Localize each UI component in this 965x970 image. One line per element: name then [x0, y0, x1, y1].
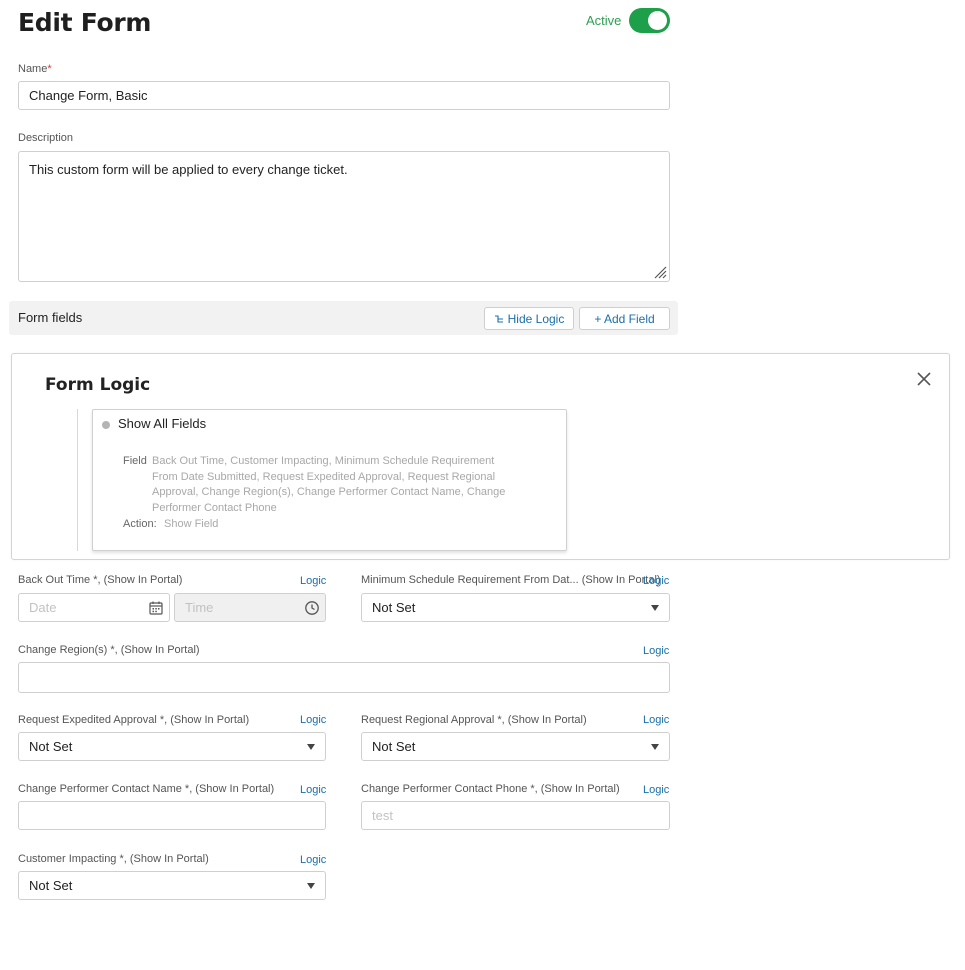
required-mark: * — [47, 63, 52, 75]
request-expedited-logic-link[interactable]: Logic — [300, 714, 326, 726]
close-icon[interactable] — [913, 368, 935, 390]
rule-action-value: Show Field — [164, 518, 219, 530]
name-label: Name* — [18, 63, 52, 75]
performer-phone-input[interactable]: test — [361, 801, 670, 830]
change-regions-label: Change Region(s) *, (Show In Portal) — [18, 644, 200, 656]
request-regional-select[interactable]: Not Set — [361, 732, 670, 761]
change-regions-logic-link[interactable]: Logic — [643, 645, 669, 657]
hide-logic-label: Hide Logic — [507, 311, 565, 326]
rule-status-dot — [102, 421, 110, 429]
back-out-time-label: Back Out Time *, (Show In Portal) — [18, 574, 183, 586]
customer-impacting-value: Not Set — [29, 878, 73, 893]
performer-name-logic-link[interactable]: Logic — [300, 784, 326, 796]
request-expedited-value: Not Set — [29, 739, 73, 754]
back-out-date-input[interactable]: Date — [18, 593, 170, 622]
rule-field-line: Performer Contact Phone — [152, 502, 277, 515]
performer-phone-label: Change Performer Contact Phone *, (Show … — [361, 783, 620, 795]
min-schedule-value: Not Set — [372, 600, 416, 615]
customer-impacting-select[interactable]: Not Set — [18, 871, 326, 900]
chevron-down-icon — [651, 743, 659, 750]
description-textarea[interactable]: This custom form will be applied to ever… — [18, 151, 670, 282]
customer-impacting-logic-link[interactable]: Logic — [300, 854, 326, 866]
chevron-down-icon — [307, 882, 315, 889]
rule-action-key: Action: — [123, 518, 157, 530]
active-label: Active — [586, 13, 622, 28]
form-fields-title: Form fields — [18, 310, 83, 325]
rule-field-line: From Date Submitted, Request Expedited A… — [152, 470, 496, 483]
request-regional-logic-link[interactable]: Logic — [643, 714, 669, 726]
clock-icon[interactable] — [304, 600, 320, 616]
description-label: Description — [18, 132, 74, 144]
rule-field-line: Approval, Change Region(s), Change Perfo… — [152, 486, 506, 499]
form-fields-bar — [9, 301, 678, 335]
performer-phone-logic-link[interactable]: Logic — [643, 784, 669, 796]
hide-logic-button[interactable]: Hide Logic — [484, 307, 574, 330]
date-placeholder: Date — [29, 600, 57, 615]
calendar-icon[interactable] — [148, 600, 164, 616]
logic-icon — [494, 314, 503, 323]
back-out-time-input[interactable]: Time — [174, 593, 326, 622]
request-regional-label: Request Regional Approval *, (Show In Po… — [361, 714, 587, 726]
back-out-time-logic-link[interactable]: Logic — [300, 575, 326, 587]
form-logic-title: Form Logic — [45, 375, 151, 395]
chevron-down-icon — [307, 743, 315, 750]
toggle-knob — [648, 11, 667, 30]
tree-connector — [77, 409, 78, 551]
change-regions-input[interactable] — [18, 662, 670, 693]
min-schedule-select[interactable]: Not Set — [361, 593, 670, 622]
add-field-button[interactable]: + Add Field — [579, 307, 670, 330]
active-toggle[interactable] — [629, 8, 670, 33]
performer-name-label: Change Performer Contact Name *, (Show I… — [18, 783, 275, 795]
min-schedule-logic-link[interactable]: Logic — [643, 575, 669, 587]
performer-name-input[interactable] — [18, 801, 326, 830]
time-placeholder: Time — [185, 600, 214, 615]
request-regional-value: Not Set — [372, 739, 416, 754]
customer-impacting-label: Customer Impacting *, (Show In Portal) — [18, 853, 209, 865]
request-expedited-label: Request Expedited Approval *, (Show In P… — [18, 714, 250, 726]
min-schedule-label: Minimum Schedule Requirement From Dat...… — [361, 574, 661, 586]
page-title: Edit Form — [18, 8, 152, 37]
name-input[interactable]: Change Form, Basic — [18, 81, 670, 110]
resize-handle-icon[interactable] — [651, 263, 667, 279]
rule-field-value: Back Out Time, Customer Impacting, Minim… — [152, 454, 505, 517]
add-field-label: + Add Field — [594, 311, 655, 326]
description-text: This custom form will be applied to ever… — [29, 162, 348, 177]
rule-title: Show All Fields — [118, 416, 207, 431]
request-expedited-select[interactable]: Not Set — [18, 732, 326, 761]
chevron-down-icon — [651, 604, 659, 611]
rule-field-line: Back Out Time, Customer Impacting, Minim… — [152, 455, 495, 467]
rule-field-key: Field — [123, 455, 147, 467]
